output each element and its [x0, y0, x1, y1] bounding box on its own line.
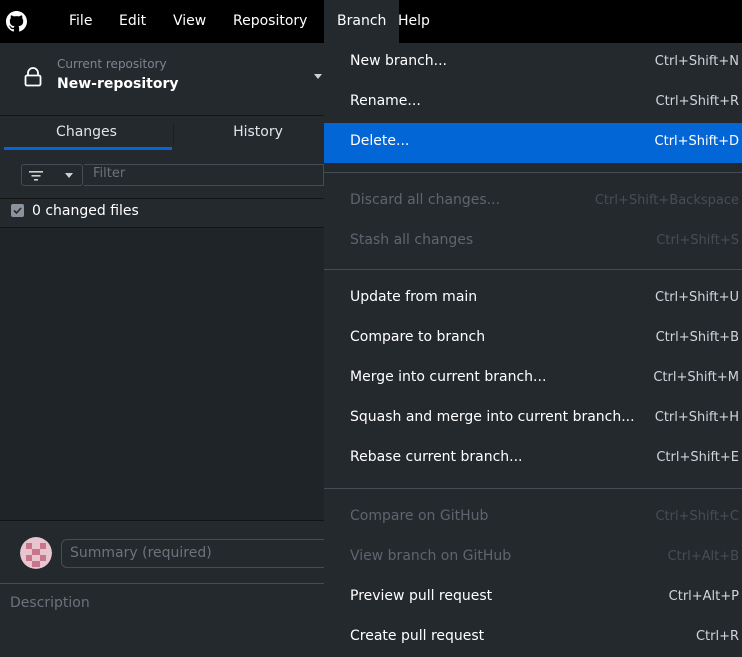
repository-caption: Current repository: [57, 57, 167, 71]
menu-item-shortcut: Ctrl+Shift+S: [656, 233, 739, 248]
github-logo-icon: [6, 11, 27, 32]
tab-history[interactable]: History: [173, 117, 343, 150]
menu-item-shortcut: Ctrl+Shift+N: [654, 54, 739, 69]
menu-item-stash-all-changes: Stash all changes Ctrl+Shift+S: [324, 222, 742, 262]
menu-item-label: Discard all changes...: [350, 192, 501, 208]
menu-item-view-branch-on-github: View branch on GitHub Ctrl+Alt+B: [324, 538, 742, 578]
menu-item-delete[interactable]: Delete... Ctrl+Shift+D: [324, 123, 742, 163]
menu-item-rename[interactable]: Rename... Ctrl+Shift+R: [324, 83, 742, 123]
menu-help[interactable]: Help: [385, 0, 443, 43]
menu-item-rebase-current-branch[interactable]: Rebase current branch... Ctrl+Shift+E: [324, 439, 742, 479]
menu-item-shortcut: Ctrl+R: [695, 629, 739, 644]
changes-list: [0, 228, 324, 520]
changed-files-count: 0 changed files: [32, 203, 139, 219]
menu-item-discard-all-changes: Discard all changes... Ctrl+Shift+Backsp…: [324, 182, 742, 222]
menu-item-compare-on-github: Compare on GitHub Ctrl+Shift+C: [324, 498, 742, 538]
menu-item-merge-into-current-branch[interactable]: Merge into current branch... Ctrl+Shift+…: [324, 359, 742, 399]
summary-placeholder: Summary (required): [70, 545, 212, 561]
menu-repository[interactable]: Repository: [220, 0, 320, 43]
select-all-checkbox[interactable]: [11, 204, 24, 217]
menu-item-shortcut: Ctrl+Shift+C: [655, 509, 739, 524]
menu-item-shortcut: Ctrl+Shift+R: [655, 94, 740, 109]
menu-item-shortcut: Ctrl+Shift+E: [656, 450, 739, 465]
menu-item-preview-pull-request[interactable]: Preview pull request Ctrl+Alt+P: [324, 578, 742, 618]
menu-item-label: Merge into current branch...: [350, 369, 547, 385]
tab-bar: Changes History: [0, 117, 324, 150]
checkmark-icon: [13, 207, 22, 215]
menu-item-shortcut: Ctrl+Shift+H: [654, 410, 739, 425]
menu-item-shortcut: Ctrl+Shift+D: [654, 134, 739, 149]
user-avatar: [20, 537, 52, 569]
menu-item-create-pull-request[interactable]: Create pull request Ctrl+R: [324, 618, 742, 657]
menu-separator: [324, 269, 742, 270]
menu-item-label: New branch...: [350, 53, 448, 69]
chevron-down-icon: [314, 74, 322, 79]
tab-changes[interactable]: Changes: [0, 117, 173, 150]
menu-item-label: View branch on GitHub: [350, 548, 512, 564]
menu-item-shortcut: Ctrl+Alt+P: [668, 589, 739, 604]
menu-item-label: Compare to branch: [350, 329, 486, 345]
menu-item-label: Compare on GitHub: [350, 508, 489, 524]
lock-icon: [24, 67, 42, 87]
filter-lines-icon: [29, 171, 43, 181]
menu-bar: File Edit View Repository Branch Help: [0, 0, 742, 43]
selected-tab-indicator: [4, 147, 172, 150]
menu-item-label: Preview pull request: [350, 588, 493, 604]
repository-name: New-repository: [57, 76, 179, 92]
menu-item-label: Rebase current branch...: [350, 449, 523, 465]
menu-file[interactable]: File: [56, 0, 105, 43]
menu-view[interactable]: View: [160, 0, 219, 43]
branch-menu: New branch... Ctrl+Shift+N Rename... Ctr…: [324, 43, 742, 657]
menu-edit[interactable]: Edit: [106, 0, 159, 43]
menu-item-label: Update from main: [350, 289, 478, 305]
menu-item-shortcut: Ctrl+Shift+M: [653, 370, 739, 385]
filter-placeholder: Filter: [93, 166, 126, 181]
menu-item-label: Squash and merge into current branch...: [350, 409, 635, 425]
menu-item-shortcut: Ctrl+Shift+Backspace: [594, 193, 739, 208]
menu-item-squash-and-merge[interactable]: Squash and merge into current branch... …: [324, 399, 742, 439]
menu-item-label: Stash all changes: [350, 232, 474, 248]
menu-item-label: Create pull request: [350, 628, 485, 644]
menu-item-update-from-main[interactable]: Update from main Ctrl+Shift+U: [324, 279, 742, 319]
menu-item-compare-to-branch[interactable]: Compare to branch Ctrl+Shift+B: [324, 319, 742, 359]
chevron-down-icon: [65, 173, 73, 178]
menu-item-label: Delete...: [350, 133, 410, 149]
menu-item-shortcut: Ctrl+Alt+B: [667, 549, 739, 564]
menu-item-label: Rename...: [350, 93, 421, 109]
description-placeholder: Description: [10, 595, 90, 611]
menu-item-new-branch[interactable]: New branch... Ctrl+Shift+N: [324, 43, 742, 83]
menu-item-shortcut: Ctrl+Shift+B: [655, 330, 739, 345]
menu-separator: [324, 172, 742, 173]
menu-item-shortcut: Ctrl+Shift+U: [655, 290, 739, 305]
menu-separator: [324, 488, 742, 489]
